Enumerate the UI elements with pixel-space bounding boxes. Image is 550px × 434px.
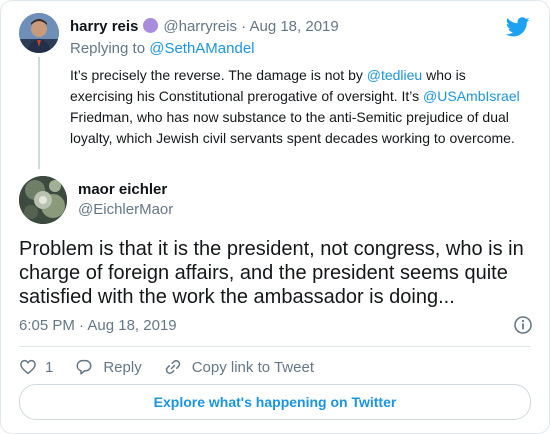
avatar[interactable] — [19, 176, 67, 224]
tweet-time: 6:05 PM — [19, 317, 75, 334]
explore-twitter-button[interactable]: Explore what's happening on Twitter — [19, 384, 531, 420]
mention-link[interactable]: @USAmbIsrael — [423, 88, 520, 104]
text-part: It’s precisely the reverse. The damage i… — [70, 67, 367, 83]
reply-icon — [76, 359, 92, 375]
tweet-meta[interactable]: 6:05 PM · Aug 18, 2019 — [19, 316, 177, 336]
embedded-tweet-card: harry reis @harryreis · Aug 18, 2019 Repl… — [0, 0, 550, 434]
link-icon — [165, 359, 180, 375]
avatar[interactable] — [19, 13, 59, 53]
reply-label: Reply — [103, 358, 142, 376]
replying-label: Replying to — [70, 40, 146, 57]
author-name[interactable]: maor eichler — [78, 180, 167, 200]
info-icon[interactable] — [513, 315, 533, 335]
avatar-image — [19, 176, 67, 224]
like-count: 1 — [45, 358, 54, 376]
tweet-date[interactable]: Aug 18, 2019 — [249, 18, 338, 35]
replying-to: Replying to @SethAMandel — [70, 39, 255, 59]
author-handle[interactable]: @harryreis — [163, 18, 237, 35]
tweet-text: Problem is that it is the president, not… — [19, 238, 524, 308]
mention-link[interactable]: @tedlieu — [367, 67, 422, 83]
parent-tweet-header: harry reis @harryreis · Aug 18, 2019 — [70, 17, 339, 37]
author-name[interactable]: harry reis — [70, 18, 138, 35]
author-handle[interactable]: @EichlerMaor — [78, 200, 173, 220]
verified-badge-icon — [143, 18, 159, 33]
avatar-image — [19, 13, 59, 53]
text-part: Friedman, who has now substance to the a… — [70, 109, 515, 146]
like-button[interactable]: 1 — [19, 358, 53, 376]
copy-link-button[interactable]: Copy link to Tweet — [164, 358, 314, 376]
twitter-logo-icon[interactable] — [506, 15, 530, 39]
heart-icon — [20, 359, 36, 375]
divider — [19, 346, 531, 347]
parent-tweet-text: It’s precisely the reverse. The damage i… — [70, 65, 532, 149]
separator: · — [241, 18, 247, 35]
tweet-actions: 1 Reply Copy link to Tweet — [19, 356, 336, 378]
copy-link-label: Copy link to Tweet — [191, 358, 314, 376]
reply-button[interactable]: Reply — [75, 358, 142, 376]
separator: · — [79, 317, 85, 334]
thread-line — [38, 57, 40, 169]
replying-handle-link[interactable]: @SethAMandel — [149, 40, 254, 57]
tweet-date: Aug 18, 2019 — [87, 317, 177, 334]
